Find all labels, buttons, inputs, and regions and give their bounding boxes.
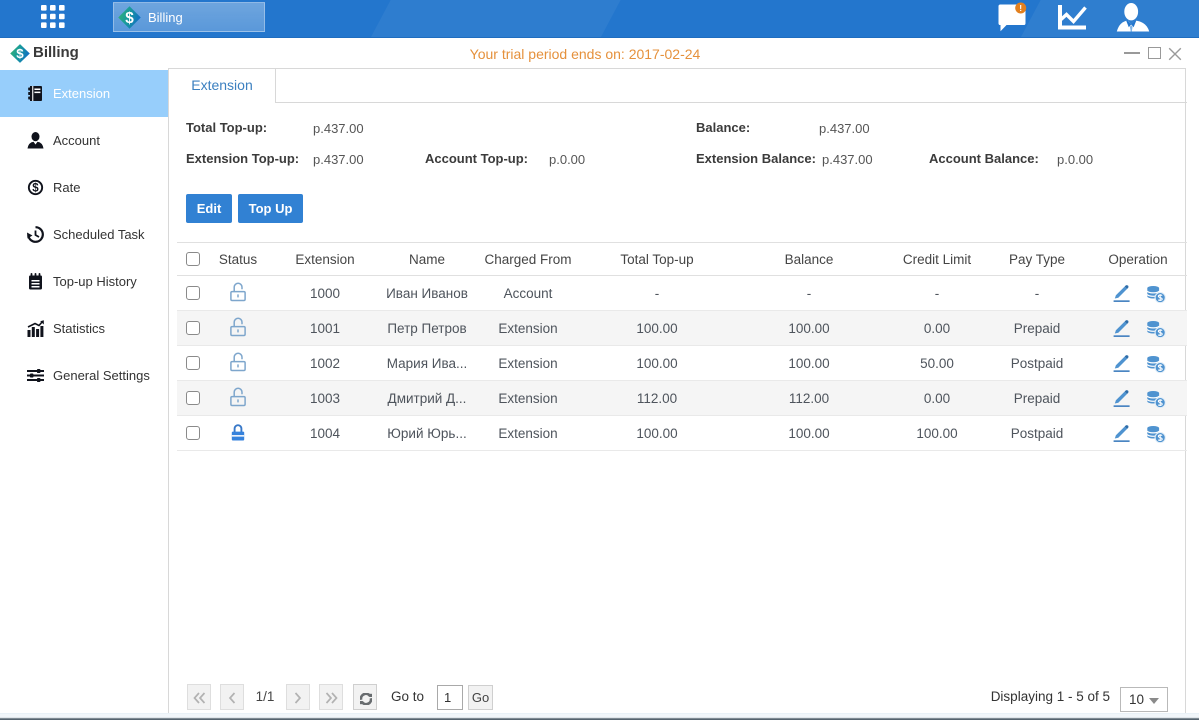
svg-text:$: $ xyxy=(125,10,134,27)
svg-text:!: ! xyxy=(1019,3,1022,13)
svg-text:$: $ xyxy=(16,46,24,61)
svg-text:$: $ xyxy=(32,183,39,195)
